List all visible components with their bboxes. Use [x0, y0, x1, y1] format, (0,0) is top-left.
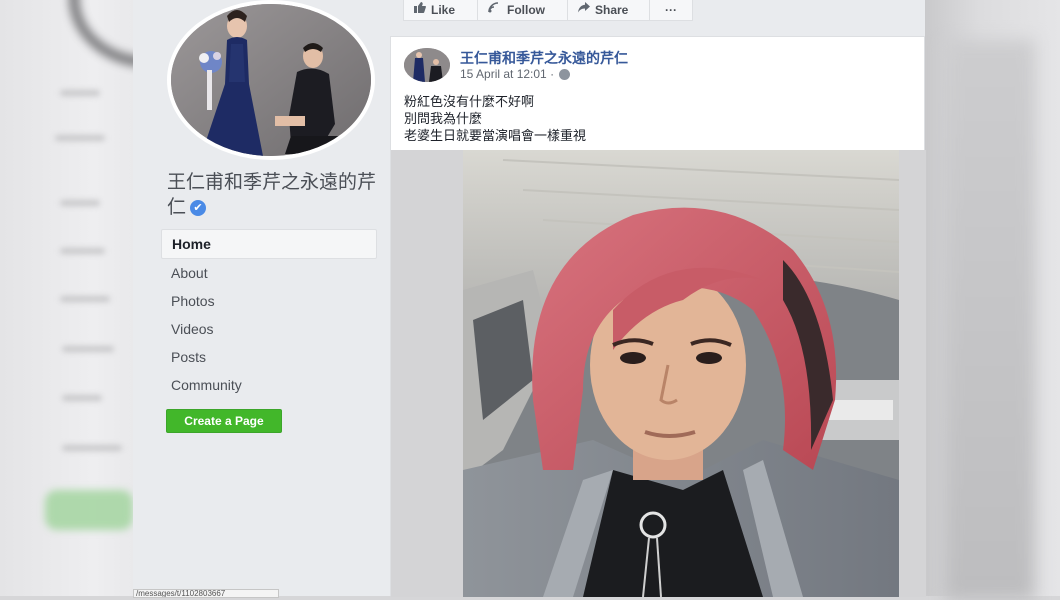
background-blur-line — [62, 395, 102, 401]
share-button[interactable]: Share — [568, 0, 650, 20]
like-button[interactable]: Like — [404, 0, 478, 20]
nav-item-community[interactable]: Community — [161, 371, 377, 399]
verified-icon: ✔ — [190, 199, 207, 216]
page-title[interactable]: 王仁甫和季芹之永遠的芹仁 ✔ — [167, 170, 382, 220]
post-text: 粉紅色沒有什麼不好啊 別問我為什麼 老婆生日就要當演唱會一樣重視 — [404, 93, 586, 144]
post-timestamp-text: 15 April at 12:01 · — [460, 67, 555, 81]
post-author-avatar-image — [404, 48, 450, 82]
post-timestamp[interactable]: 15 April at 12:01 · — [460, 67, 571, 81]
background-blur-line — [60, 200, 100, 206]
selfie-photo — [463, 150, 899, 597]
background-right — [925, 0, 1060, 600]
post-photo[interactable] — [463, 150, 899, 597]
nav-item-posts[interactable]: Posts — [161, 343, 377, 371]
share-label: Share — [595, 3, 629, 17]
nav-item-about[interactable]: About — [161, 259, 377, 287]
background-blur-shade — [945, 40, 1035, 600]
share-icon — [578, 1, 590, 19]
post-text-line: 老婆生日就要當演唱會一樣重視 — [404, 128, 587, 143]
post-author-avatar[interactable] — [404, 48, 450, 82]
background-blur-button — [45, 490, 133, 530]
nav-item-home[interactable]: Home — [161, 229, 377, 259]
background-blur-line — [60, 296, 110, 302]
follow-button[interactable]: Follow — [478, 0, 568, 20]
like-label: Like — [431, 3, 456, 17]
nav-item-photos[interactable]: Photos — [161, 287, 377, 315]
background-blur-line — [62, 346, 114, 352]
page-nav: Home About Photos Videos Posts Community — [161, 229, 377, 399]
background-blur-line — [60, 90, 100, 96]
more-button[interactable]: ··· — [650, 0, 692, 20]
profile-picture-frame — [167, 0, 375, 160]
page-action-bar: Like Follow Share ··· — [403, 0, 693, 21]
follow-label: Follow — [507, 3, 545, 17]
background-blur-line — [60, 248, 105, 254]
like-icon — [414, 1, 426, 19]
globe-icon — [559, 69, 571, 81]
post-text-line: 粉紅色沒有什麼不好啊 — [404, 94, 535, 109]
create-page-button[interactable]: Create a Page — [166, 409, 282, 433]
post-author-name[interactable]: 王仁甫和季芹之永遠的芹仁 — [460, 48, 628, 68]
nav-item-videos[interactable]: Videos — [161, 315, 377, 343]
profile-picture[interactable] — [167, 0, 375, 160]
background-blur-line — [62, 445, 122, 451]
follow-icon — [488, 1, 502, 19]
background-blur-line — [55, 135, 105, 141]
more-icon: ··· — [665, 3, 677, 17]
status-bar-url: /messages/t/1102803667 — [133, 589, 279, 598]
couple-photo — [171, 4, 371, 156]
post-card: 王仁甫和季芹之永遠的芹仁 15 April at 12:01 · 粉紅色沒有什麼… — [390, 36, 926, 597]
post-text-line: 別問我為什麼 — [404, 111, 483, 126]
post-photo-area — [391, 150, 926, 597]
background-left — [0, 0, 226, 596]
